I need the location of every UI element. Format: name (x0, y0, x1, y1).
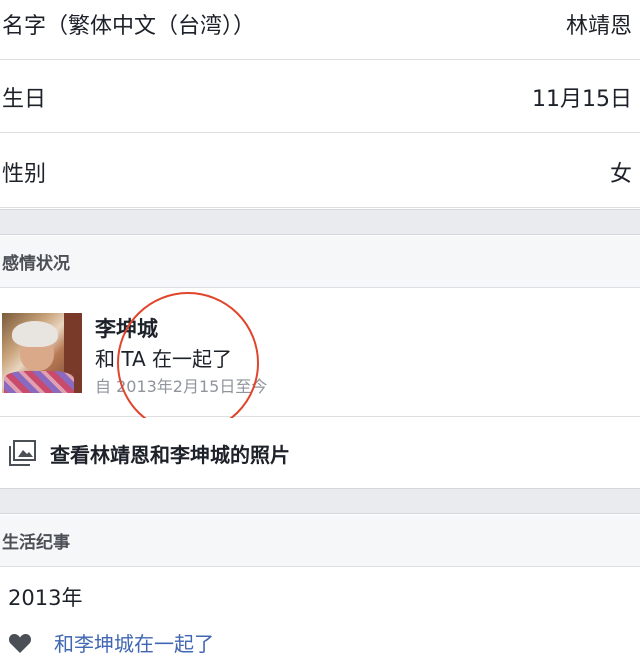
view-photos-label: 查看林靖恩和李坤城的照片 (50, 442, 290, 467)
relationship-card[interactable]: 李坤城 和 TA 在一起了 自 2013年2月15日至今 (0, 289, 640, 417)
name-label: 名字（繁体中文（台湾）） (2, 13, 256, 39)
name-value: 林靖恩 (565, 13, 632, 39)
life-event-label: 和李坤城在一起了 (54, 632, 214, 656)
section-divider (0, 209, 640, 235)
life-event-year: 2013年 (8, 586, 83, 610)
birthday-value: 11月15日 (532, 86, 632, 112)
gender-label: 性别 (2, 161, 47, 187)
birthday-label: 生日 (2, 86, 47, 112)
section-divider-2 (0, 488, 640, 514)
relationship-section-header: 感情状况 (0, 236, 640, 288)
relationship-section-title: 感情状况 (2, 254, 70, 274)
partner-name[interactable]: 李坤城 (95, 313, 158, 343)
birthday-row: 生日 11月15日 (0, 61, 640, 133)
gender-value: 女 (609, 161, 632, 187)
heart-icon (8, 633, 32, 653)
photo-album-icon (9, 440, 36, 466)
relationship-since: 自 2013年2月15日至今 (95, 377, 268, 396)
relationship-status: 和 TA 在一起了 (95, 347, 233, 371)
partner-avatar[interactable] (2, 313, 82, 393)
gender-row: 性别 女 (0, 136, 640, 208)
name-row: 名字（繁体中文（台湾）） 林靖恩 (0, 0, 640, 60)
view-photos-link[interactable]: 查看林靖恩和李坤城的照片 (0, 418, 640, 488)
life-event-item[interactable]: 和李坤城在一起了 (8, 628, 214, 657)
life-events-section-title: 生活纪事 (2, 533, 70, 553)
life-events-section-header: 生活纪事 (0, 515, 640, 567)
